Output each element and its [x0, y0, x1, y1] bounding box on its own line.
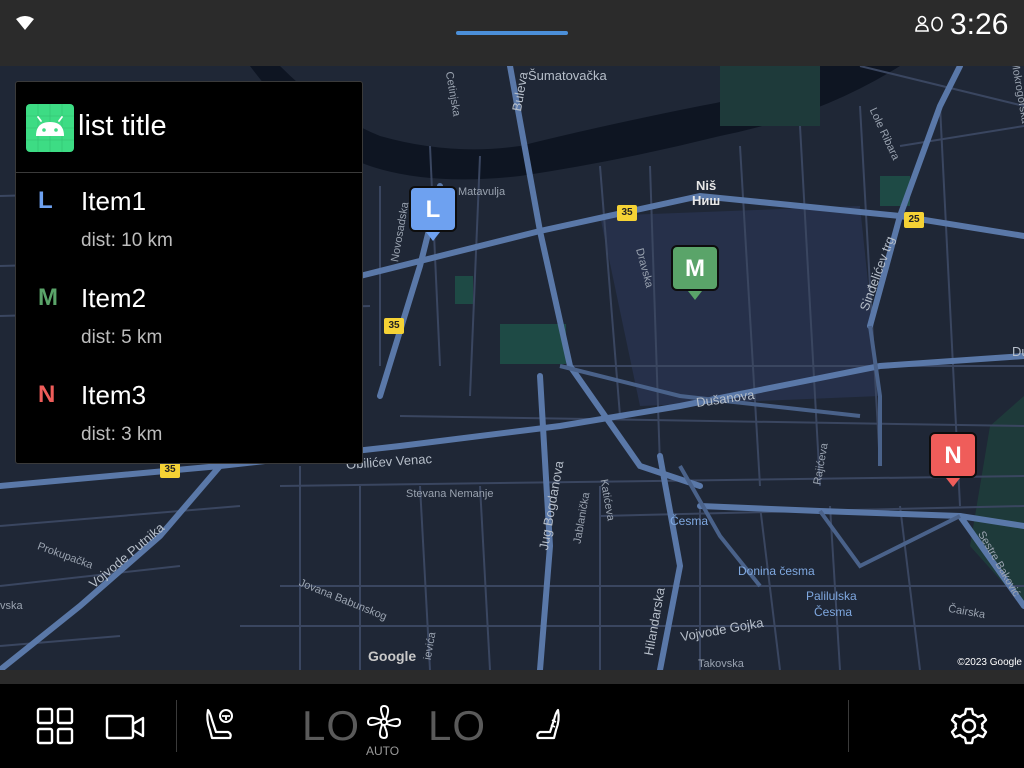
seat-heat-driver-icon[interactable] [200, 706, 240, 746]
item-distance: dist: 10 km [81, 230, 173, 251]
street-label: Takovska [698, 658, 744, 670]
item-letter-icon: N [38, 381, 56, 408]
item-title: Item3 [81, 380, 147, 410]
wifi-icon [16, 16, 34, 30]
road-number-shield: 35 [384, 318, 404, 334]
district-label: Česma [670, 514, 709, 528]
google-logo: Google [368, 648, 417, 664]
item-title: Item1 [81, 186, 147, 216]
video-camera-icon[interactable] [105, 706, 145, 746]
profile-icon[interactable] [914, 14, 944, 34]
bottom-bar-separator [0, 670, 1024, 684]
list-item[interactable]: N Item3 dist: 3 km [16, 372, 362, 469]
map-marker-m[interactable]: M [671, 245, 719, 291]
list-title: list title [78, 110, 167, 142]
temperature-right[interactable]: LO [428, 702, 486, 750]
marker-pointer [946, 478, 960, 487]
item-title: Item2 [81, 283, 147, 313]
road-number-shield: 25 [904, 212, 924, 228]
drag-handle[interactable] [456, 31, 568, 35]
road-number-shield: 35 [617, 205, 637, 221]
street-label: Šumatovačka [528, 68, 607, 83]
clock: 3:26 [950, 8, 1009, 41]
city-name-cyrillic: Ниш [692, 193, 721, 208]
city-name-latin: Niš [695, 178, 717, 193]
park [500, 324, 566, 364]
item-letter-icon: M [38, 284, 58, 311]
apps-grid-icon[interactable] [35, 706, 75, 746]
item-letter-icon: L [38, 187, 53, 214]
street-label: vska [0, 600, 23, 612]
city-label: Niš Ниш [692, 178, 720, 208]
map-marker-n[interactable]: N [929, 432, 977, 478]
status-bar: 3:26 [0, 0, 1024, 66]
street-label: Matavulja [458, 186, 506, 198]
district-label: Česma [814, 605, 853, 619]
street-label: Dušan [1012, 344, 1024, 359]
map-marker-l[interactable]: L [409, 186, 457, 232]
divider [176, 700, 177, 752]
fan-mode-label: AUTO [366, 744, 400, 758]
park [720, 66, 820, 126]
district-label: Donina česma [738, 564, 815, 578]
marker-pointer [688, 291, 702, 300]
park [455, 276, 473, 304]
map-copyright: ©2023 Google [957, 657, 1022, 668]
list-header: list title [16, 82, 362, 173]
district-label: Palilulska [806, 589, 857, 603]
gear-icon[interactable] [949, 706, 989, 746]
fan-icon[interactable] [364, 702, 404, 742]
item-distance: dist: 3 km [81, 424, 163, 445]
item-distance: dist: 5 km [81, 327, 163, 348]
marker-pointer [426, 232, 440, 241]
list-panel: list title L Item1 dist: 10 km M Item2 d… [15, 81, 363, 464]
temperature-left[interactable]: LO [302, 702, 360, 750]
seat-passenger-icon[interactable] [530, 706, 570, 746]
street-label: Stevana Nemanje [406, 488, 494, 500]
list-item[interactable]: M Item2 dist: 5 km [16, 275, 362, 372]
divider [848, 700, 849, 752]
android-icon [26, 104, 74, 152]
bottom-bar: LO AUTO LO [0, 684, 1024, 768]
list-item[interactable]: L Item1 dist: 10 km [16, 178, 362, 275]
